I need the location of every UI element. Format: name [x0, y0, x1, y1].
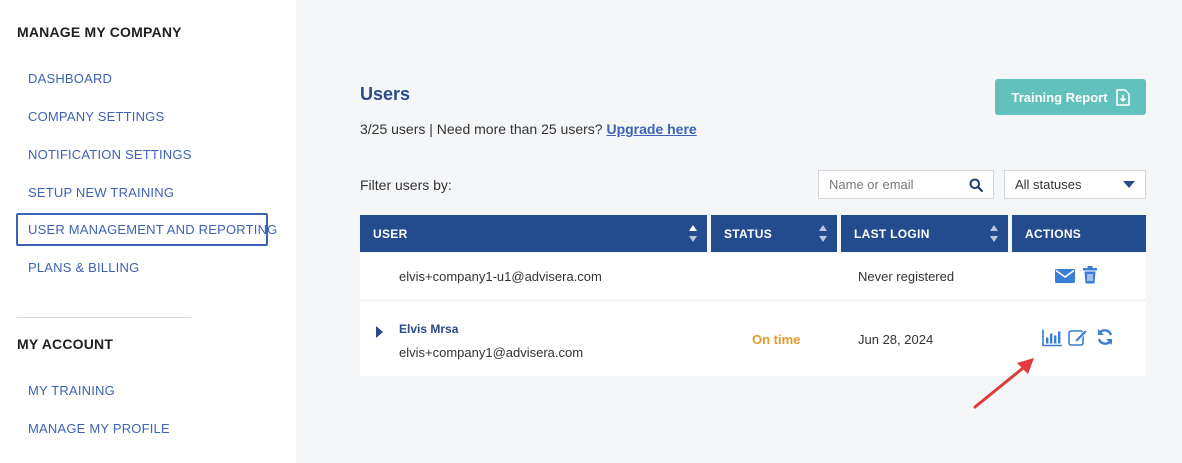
status-filter-value: All statuses [1015, 177, 1082, 192]
status-badge: On time [752, 332, 801, 347]
search-icon[interactable] [969, 178, 983, 192]
refresh-icon[interactable] [1095, 328, 1115, 346]
email-icon[interactable] [1055, 267, 1075, 285]
table-row: elvis+company1-u1@advisera.com Never reg… [360, 253, 1146, 299]
last-login: Never registered [858, 269, 955, 284]
column-header-user[interactable]: USER [360, 215, 707, 252]
column-header-status[interactable]: STATUS [711, 215, 837, 252]
main-content: Users 3/25 users | Need more than 25 use… [296, 0, 1182, 463]
annotation-arrow [973, 358, 1034, 409]
column-header-actions: ACTIONS [1012, 215, 1146, 252]
sidebar-item-dashboard[interactable]: DASHBOARD [28, 71, 112, 86]
sidebar-item-notification-settings[interactable]: NOTIFICATION SETTINGS [28, 147, 192, 162]
sidebar-divider [17, 317, 191, 318]
users-summary: 3/25 users | Need more than 25 users? Up… [360, 121, 697, 137]
last-login: Jun 28, 2024 [858, 332, 934, 347]
my-account-heading: MY ACCOUNT [17, 336, 114, 352]
sort-icon[interactable] [689, 225, 697, 242]
users-summary-text: 3/25 users | Need more than 25 users? [360, 121, 607, 137]
trash-icon[interactable] [1083, 266, 1097, 284]
column-header-actions-label: ACTIONS [1025, 226, 1082, 241]
download-file-icon [1115, 88, 1130, 106]
user-name: Elvis Mrsa [399, 322, 459, 336]
user-email: elvis+company1@advisera.com [399, 345, 584, 360]
chevron-down-icon [1123, 181, 1135, 188]
sidebar-item-setup-new-training[interactable]: SETUP NEW TRAINING [28, 185, 174, 200]
expand-caret-icon[interactable] [376, 326, 383, 338]
sidebar-item-plans-billing[interactable]: PLANS & BILLING [28, 260, 139, 275]
column-header-user-label: USER [373, 226, 408, 241]
column-header-last-login-label: LAST LOGIN [854, 226, 930, 241]
user-email: elvis+company1-u1@advisera.com [399, 269, 602, 284]
sidebar-item-company-settings[interactable]: COMPANY SETTINGS [28, 109, 164, 124]
training-report-label: Training Report [1011, 89, 1108, 105]
sidebar: MANAGE MY COMPANY DASHBOARD COMPANY SETT… [0, 0, 296, 463]
sort-icon[interactable] [990, 225, 998, 242]
sort-icon[interactable] [819, 225, 827, 242]
upgrade-link[interactable]: Upgrade here [606, 121, 696, 137]
sidebar-item-my-training[interactable]: MY TRAINING [28, 383, 115, 398]
filter-label: Filter users by: [360, 177, 452, 193]
column-header-status-label: STATUS [724, 226, 773, 241]
column-header-last-login[interactable]: LAST LOGIN [841, 215, 1008, 252]
training-report-button[interactable]: Training Report [995, 79, 1146, 115]
page-title: Users [360, 84, 411, 104]
search-box [818, 170, 994, 199]
sidebar-item-manage-profile[interactable]: MANAGE MY PROFILE [28, 421, 170, 436]
edit-icon[interactable] [1068, 328, 1088, 346]
manage-company-heading: MANAGE MY COMPANY [17, 24, 182, 40]
bar-chart-icon[interactable] [1042, 329, 1062, 347]
sidebar-item-user-management[interactable]: USER MANAGEMENT AND REPORTING [28, 222, 277, 237]
status-filter-select[interactable]: All statuses [1004, 170, 1146, 199]
search-input[interactable] [829, 177, 969, 192]
